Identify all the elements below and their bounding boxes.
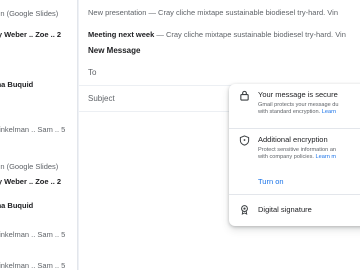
inbox-row[interactable]: pen (Google Slides): [0, 4, 77, 24]
inbox-row[interactable]: Winkelman .. Sam .. 5: [0, 225, 77, 245]
encryption-title: Additional encryption: [258, 135, 328, 144]
turn-on-button[interactable]: Turn on: [258, 177, 284, 186]
encryption-desc-2: with company policies. Learn m: [258, 154, 337, 160]
subject-label: Subject: [88, 94, 115, 103]
inbox-row[interactable]: rry Weber .. Zoe .. 2: [0, 172, 77, 192]
additional-encryption-item: Additional encryption Protect sensitive …: [229, 129, 360, 189]
message-secure-item: Your message is secure Gmail protects yo…: [229, 84, 360, 127]
signature-badge-icon: [241, 205, 248, 215]
lock-icon: [240, 90, 249, 101]
inbox-row[interactable]: tina Buquid: [0, 196, 77, 216]
inbox-row[interactable]: rry Weber .. Zoe .. 2: [0, 25, 77, 45]
shield-icon: [239, 135, 250, 146]
inbox-row[interactable]: tina Buquid: [0, 75, 77, 95]
to-label: To: [88, 68, 97, 77]
thread-row[interactable]: New presentation — Cray cliche mixtape s…: [88, 6, 360, 20]
signature-title: Digital signature: [258, 205, 312, 214]
learn-more-link[interactable]: Learn m: [316, 154, 337, 160]
thread-list: New presentation — Cray cliche mixtape s…: [79, 0, 360, 44]
compose-title: New Message: [88, 46, 141, 55]
inbox-list: pen (Google Slides) rry Weber .. Zoe .. …: [0, 0, 78, 270]
secure-desc-2: with standard encryption. Learn: [258, 109, 337, 115]
secure-desc: Gmail protects your message du: [258, 102, 339, 108]
security-popover: Your message is secure Gmail protects yo…: [229, 84, 360, 226]
learn-more-link[interactable]: Learn: [322, 109, 336, 115]
thread-row[interactable]: Meeting next week — Cray cliche mixtape …: [88, 28, 360, 42]
to-field[interactable]: To: [79, 60, 360, 86]
secure-title: Your message is secure: [258, 90, 338, 99]
inbox-row[interactable]: Winkelman .. Sam .. 5: [0, 256, 77, 270]
inbox-row[interactable]: Winkelman .. Sam .. 5: [0, 120, 77, 140]
encryption-desc: Protect sensitive information an: [258, 147, 337, 153]
digital-signature-item[interactable]: Digital signature: [229, 195, 360, 226]
